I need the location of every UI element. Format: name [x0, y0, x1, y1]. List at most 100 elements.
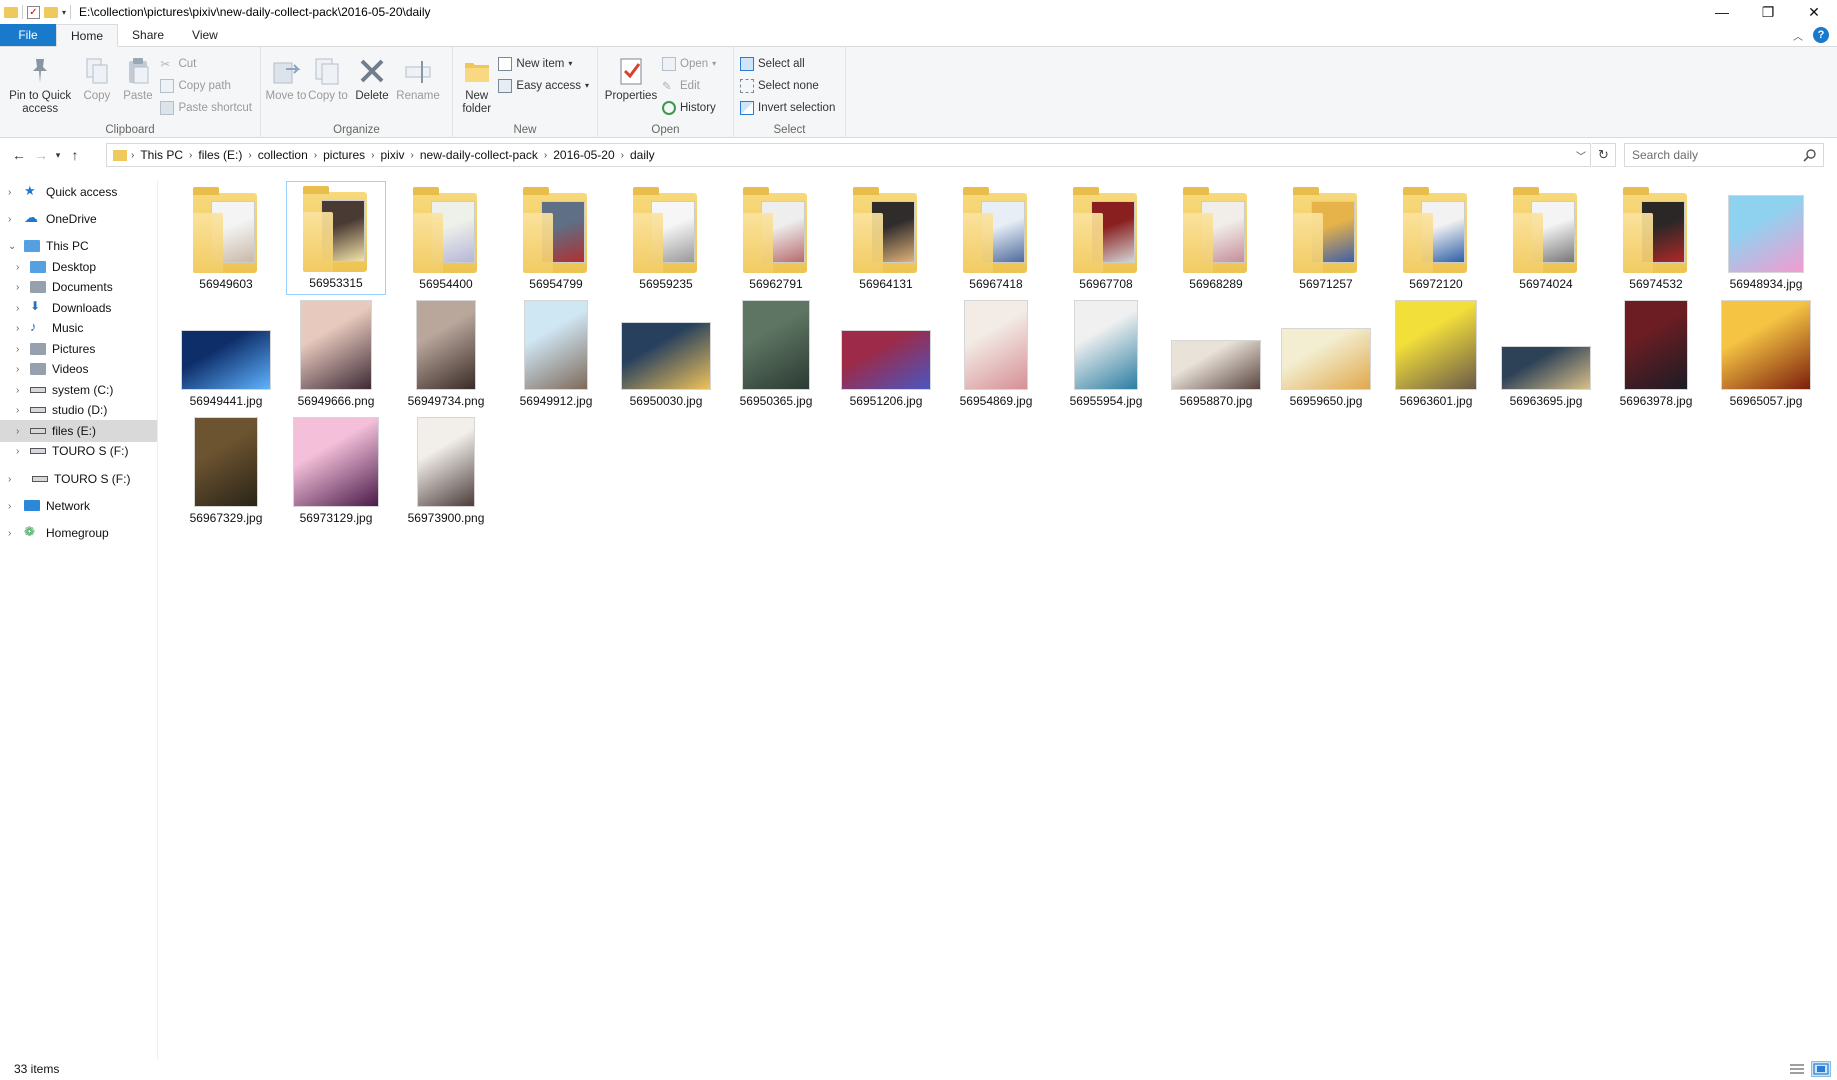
folder-item[interactable]: 56974532	[1606, 181, 1706, 295]
image-file-item[interactable]: 56950365.jpg	[726, 298, 826, 412]
cut-button[interactable]: ✂ Cut	[160, 55, 252, 72]
chevron-right-icon[interactable]: ›	[16, 262, 19, 273]
nav-item-network[interactable]: › Network	[0, 495, 157, 517]
help-icon[interactable]: ?	[1813, 27, 1829, 43]
copy-path-button[interactable]: Copy path	[160, 77, 252, 94]
customize-qat-dropdown[interactable]: ▾	[62, 8, 66, 17]
folder-item[interactable]: 56949603	[176, 181, 276, 295]
folder-item[interactable]: 56953315	[286, 181, 386, 295]
refresh-icon[interactable]: ↻	[1592, 143, 1616, 167]
image-file-item[interactable]: 56949666.png	[286, 298, 386, 412]
tab-home[interactable]: Home	[56, 24, 119, 47]
nav-item-homegroup[interactable]: › ❁ Homegroup	[0, 522, 157, 544]
image-file-item[interactable]: 56955954.jpg	[1056, 298, 1156, 412]
chevron-right-icon[interactable]: ›	[16, 344, 19, 355]
folder-item[interactable]: 56968289	[1166, 181, 1266, 295]
image-file-item[interactable]: 56949441.jpg	[176, 298, 276, 412]
forward-arrow-icon[interactable]: →	[30, 147, 52, 163]
nav-item-quick-access[interactable]: › ★ Quick access	[0, 181, 157, 203]
chevron-right-icon[interactable]: ›	[16, 282, 19, 293]
nav-item-music[interactable]: › ♪ Music	[0, 317, 157, 339]
image-file-item[interactable]: 56967329.jpg	[176, 415, 276, 529]
nav-item-files-e[interactable]: › files (E:)	[0, 420, 157, 442]
image-file-item[interactable]: 56958870.jpg	[1166, 298, 1266, 412]
back-arrow-icon[interactable]: ←	[8, 147, 30, 163]
address-bar[interactable]: › This PC › files (E:) › collection › pi…	[106, 143, 1591, 167]
chevron-right-icon[interactable]: ›	[16, 426, 19, 437]
folder-item[interactable]: 56962791	[726, 181, 826, 295]
breadcrumb-new-daily-collect-pack[interactable]: new-daily-collect-pack	[414, 148, 544, 162]
nav-item-studio-d[interactable]: › studio (D:)	[0, 399, 157, 421]
paste-shortcut-button[interactable]: Paste shortcut	[160, 99, 252, 116]
nav-item-this-pc[interactable]: ⌄ This PC	[0, 235, 157, 257]
image-file-item[interactable]: 56963695.jpg	[1496, 298, 1596, 412]
nav-item-documents[interactable]: › Documents	[0, 276, 157, 298]
folder-item[interactable]: 56967418	[946, 181, 1046, 295]
folder-item[interactable]: 56964131	[836, 181, 936, 295]
details-view-button[interactable]	[1787, 1061, 1807, 1077]
breadcrumb-files-e[interactable]: files (E:)	[192, 148, 248, 162]
image-file-item[interactable]: 56959650.jpg	[1276, 298, 1376, 412]
folder-item[interactable]: 56972120	[1386, 181, 1486, 295]
chevron-right-icon[interactable]: ›	[16, 364, 19, 375]
chevron-right-icon[interactable]: ›	[16, 385, 19, 396]
nav-item-touro-s-f[interactable]: › TOURO S (F:)	[0, 468, 157, 490]
select-all-button[interactable]: Select all	[740, 55, 835, 72]
tab-view[interactable]: View	[178, 24, 232, 46]
nav-item-videos[interactable]: › Videos	[0, 358, 157, 380]
image-file-item[interactable]: 56963978.jpg	[1606, 298, 1706, 412]
image-file-item[interactable]: 56949912.jpg	[506, 298, 606, 412]
breadcrumb-this-pc[interactable]: This PC	[134, 148, 189, 162]
breadcrumb-pixiv[interactable]: pixiv	[374, 148, 410, 162]
image-file-item[interactable]: 56973129.jpg	[286, 415, 386, 529]
image-file-item[interactable]: 56949734.png	[396, 298, 496, 412]
nav-item-system-c[interactable]: › system (C:)	[0, 379, 157, 401]
folder-item[interactable]: 56954799	[506, 181, 606, 295]
chevron-right-icon[interactable]: ›	[16, 405, 19, 416]
open-button[interactable]: Open ▾	[662, 55, 716, 72]
image-file-item[interactable]: 56963601.jpg	[1386, 298, 1486, 412]
new-item-button[interactable]: New item ▾	[498, 55, 589, 72]
restore-button[interactable]: ❐	[1745, 0, 1791, 24]
new-folder-qat-icon[interactable]	[44, 6, 58, 18]
properties-qat-icon[interactable]: ✓	[27, 5, 40, 19]
folder-item[interactable]: 56967708	[1056, 181, 1156, 295]
breadcrumb-daily[interactable]: daily	[624, 148, 661, 162]
chevron-right-icon[interactable]: ›	[16, 303, 19, 314]
edit-button[interactable]: ✎ Edit	[662, 77, 716, 94]
collapse-ribbon-icon[interactable]: ︿	[1793, 28, 1803, 43]
chevron-right-icon[interactable]: ›	[8, 474, 11, 485]
image-file-item[interactable]: 56950030.jpg	[616, 298, 716, 412]
history-button[interactable]: History	[662, 99, 716, 116]
address-history-chevron-icon[interactable]: ﹀	[1576, 148, 1586, 163]
recent-locations-chevron-icon[interactable]: ▾	[52, 150, 64, 161]
chevron-right-icon[interactable]: ›	[16, 446, 19, 457]
easy-access-button[interactable]: Easy access ▾	[498, 77, 589, 94]
chevron-right-icon[interactable]: ›	[8, 501, 11, 512]
image-file-item[interactable]: 56965057.jpg	[1716, 298, 1816, 412]
search-input[interactable]: Search daily	[1624, 143, 1824, 167]
close-button[interactable]: ✕	[1791, 0, 1837, 24]
nav-item-touro-s-f[interactable]: › TOURO S (F:)	[0, 440, 157, 462]
chevron-right-icon[interactable]: ›	[8, 528, 11, 539]
nav-item-downloads[interactable]: › ⬇ Downloads	[0, 297, 157, 319]
nav-item-onedrive[interactable]: › ☁ OneDrive	[0, 208, 157, 230]
breadcrumb-2016-05-20[interactable]: 2016-05-20	[547, 148, 620, 162]
chevron-right-icon[interactable]: ›	[8, 187, 11, 198]
tab-share[interactable]: Share	[118, 24, 178, 46]
folder-item[interactable]: 56971257	[1276, 181, 1376, 295]
folder-item[interactable]: 56974024	[1496, 181, 1596, 295]
large-icons-view-button[interactable]	[1811, 1061, 1831, 1077]
nav-item-desktop[interactable]: › Desktop	[0, 256, 157, 278]
folder-item[interactable]: 56959235	[616, 181, 716, 295]
image-file-item[interactable]: 56973900.png	[396, 415, 496, 529]
breadcrumb-pictures[interactable]: pictures	[317, 148, 371, 162]
nav-item-pictures[interactable]: › Pictures	[0, 338, 157, 360]
folder-item[interactable]: 56954400	[396, 181, 496, 295]
chevron-right-icon[interactable]: ›	[16, 323, 19, 334]
select-none-button[interactable]: Select none	[740, 77, 835, 94]
chevron-right-icon[interactable]: ›	[8, 214, 11, 225]
image-file-item[interactable]: 56951206.jpg	[836, 298, 936, 412]
image-file-item[interactable]: 56954869.jpg	[946, 298, 1046, 412]
tab-file[interactable]: File	[0, 24, 56, 46]
